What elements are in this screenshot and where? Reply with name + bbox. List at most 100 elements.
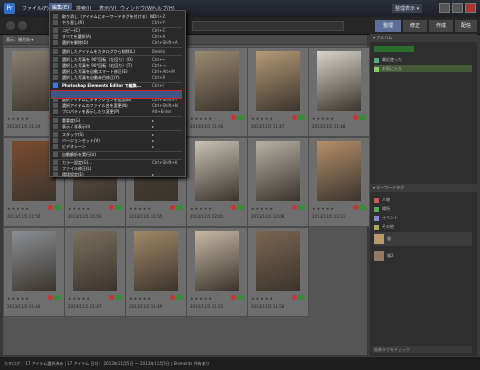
album-toolbar [374,46,414,52]
tag-icon [54,295,61,300]
forward-icon[interactable] [18,21,27,30]
menu-item-label: 重要度(G) [62,117,81,123]
menu-item[interactable]: 選択した写真を自動スマート修正(E) [53,68,128,75]
menu-item-icon [53,172,58,178]
tab-create[interactable]: 作成 [429,20,453,32]
photo-tile[interactable]: ★★★★★ 2013/11/5 12:08 [247,137,309,227]
photo-tile[interactable]: ★★★★★ 2013/11/5 12:11 [308,137,370,227]
tag-icon [176,205,183,210]
rating-stars[interactable]: ★★★★★ [129,206,152,211]
rating-stars[interactable]: ★★★★★ [7,296,30,301]
photo-tile[interactable]: ★★★★★ 2013/11/5 11:48 [308,47,370,137]
rating-stars[interactable]: ★★★★★ [190,116,213,121]
menu-item-label: スタック(S) [62,131,84,137]
photo-tile[interactable]: ★★★★★ 2013/11/5 11:47 [64,227,126,317]
photo-tile[interactable]: ★★★★★ 2013/11/5 12:01 [186,137,248,227]
rating-stars[interactable]: ★★★★★ [190,296,213,301]
sort-dropdown[interactable]: 表示：順方向 ▾ [6,37,33,43]
photo-date: 2013/11/5 11:47 [68,304,102,309]
menu-item-icon [53,40,58,46]
menu-item[interactable]: 自動解析を実行(U) [53,152,96,158]
menu-item[interactable]: やり直し(R) [53,20,84,26]
rating-stars[interactable]: ★★★★★ [312,116,335,121]
tab-fix[interactable]: 修正 [403,20,427,32]
menu-item[interactable]: 環境設定(E) [53,172,84,178]
menu-shortcut: Ctrl+R [152,74,166,80]
photo-tile[interactable]: ★★★★★ 2013/11/5 11:47 [247,47,309,137]
photo-thumbnail [256,51,300,111]
menu-item-label: 選択した写真を 90°回転（左回り）(O) [62,56,133,62]
menu-item[interactable]: バージョンセット(V) [53,137,100,144]
zoom-slider[interactable] [192,21,344,31]
photo-date: 2013/11/5 11:47 [251,124,285,129]
menu-file[interactable]: ファイル(F) [22,5,49,12]
menu-item[interactable]: 表示 / 非表示(I) [53,123,90,130]
photo-thumbnail [195,231,239,291]
maximize-button[interactable] [452,3,463,13]
tag-icon [298,115,305,120]
tags-header[interactable]: ▾ キーワードタグ [370,184,477,192]
photo-tile[interactable]: ★★★★★ 2013/11/5 11:58 [247,227,309,317]
rating-stars[interactable]: ★★★★★ [190,206,213,211]
minimize-button[interactable] [439,3,450,13]
photo-tile[interactable]: ★★★★★ 2013/11/5 11:49 [125,227,187,317]
menu-item-label: プロパティを表示したり変更(P) [62,109,120,115]
menu-item[interactable]: ビデオシーン [53,143,86,150]
album-item[interactable]: お気に入り [374,65,472,72]
menu-item[interactable]: 重要度(G) [53,117,81,124]
tag-thumb-icon [374,251,384,261]
photo-date: 2013/11/5 11:49 [129,304,163,309]
tag-item[interactable]: 場所 [374,205,390,212]
rating-stars[interactable]: ★★★★★ [251,116,274,121]
photo-date: 2013/11/5 11:55 [129,214,163,219]
menu-item[interactable]: プロパティを表示したり変更(P) [53,109,120,115]
album-item[interactable]: 最近使った [374,56,402,63]
photo-date: 2013/11/5 11:54 [68,214,102,219]
rating-stars[interactable]: ★★★★★ [68,206,91,211]
rating-stars[interactable]: ★★★★★ [251,296,274,301]
tag-item[interactable]: その他 [374,223,394,230]
menu-item[interactable]: 選択した写真を 90°回転（右回り）(T) [53,62,132,69]
tag-item[interactable]: 人物 [374,196,390,203]
photo-tile[interactable]: ★★★★★ 2013/11/5 11:51 [186,227,248,317]
tab-share[interactable]: 配信 [455,20,477,32]
tab-organize[interactable]: 整理 [375,20,401,32]
tag-item[interactable]: 猫2 [374,249,394,263]
keyword-icon [353,205,358,210]
tag-icon [237,205,244,210]
rating-stars[interactable]: ★★★★★ [68,296,91,301]
menu-item[interactable]: 選択を解除(D) [53,40,88,46]
rating-stars[interactable]: ★★★★★ [7,116,30,121]
tag-check-bar[interactable]: 画像タグをチェック [372,346,472,353]
tag-item[interactable]: イベント [374,214,398,221]
keyword-icon [231,115,236,120]
tag-item-selected[interactable]: 猫 [374,232,472,246]
menu-item[interactable]: スタック(S) [53,131,84,138]
tag-icon [298,295,305,300]
menu-item-icon [53,160,58,166]
menu-shortcut: Delete [152,48,166,54]
menu-item[interactable]: 選択した写真を自動赤目修正(Y) [53,74,120,81]
tag-icon [359,205,366,210]
rating-stars[interactable]: ★★★★★ [312,206,335,211]
photo-date: 2013/11/5 12:08 [251,214,285,219]
rating-stars[interactable]: ★★★★★ [251,206,274,211]
menu-shortcut: ▸ [152,172,155,178]
rating-stars[interactable]: ★★★★★ [129,296,152,301]
menu-item[interactable]: 選択した写真を 90°回転（左回り）(O) [53,56,133,63]
album-header[interactable]: ▾ アルバム [370,34,477,42]
menu-item-icon [53,123,58,129]
rating-stars[interactable]: ★★★★★ [7,206,30,211]
menu-item-icon [53,166,58,172]
back-icon[interactable] [6,21,15,30]
menu-item-icon [53,131,58,137]
workspace-dropdown[interactable]: 整理表示 ▾ [392,4,423,13]
photo-date: 2013/11/5 12:11 [312,214,346,219]
menu-item[interactable]: Photoshop Elements Editor で編集... [53,83,141,89]
menu-item[interactable]: 選択したアイテムをカタログから削除(L) [53,48,135,55]
keyword-icon [48,205,53,210]
photo-tile[interactable]: ★★★★★ 2013/11/5 11:40 [3,227,65,317]
photo-tile[interactable]: ★★★★★ 2013/11/5 11:46 [186,47,248,137]
tag-icon [374,224,379,230]
close-button[interactable] [465,3,476,13]
